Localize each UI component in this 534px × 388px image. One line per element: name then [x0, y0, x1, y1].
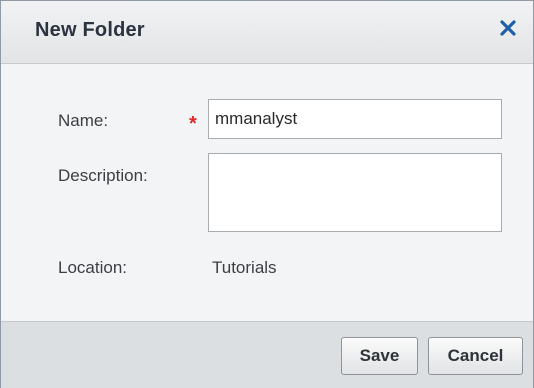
location-label: Location:: [58, 258, 127, 277]
description-label: Description:: [58, 166, 148, 185]
dialog-title: New Folder: [35, 19, 145, 41]
new-folder-dialog: New Folder Name: * Description: Location…: [0, 0, 534, 388]
name-label: Name:: [58, 111, 109, 130]
close-icon[interactable]: [495, 15, 521, 41]
required-marker: *: [189, 113, 197, 135]
name-input[interactable]: [208, 99, 502, 139]
save-button[interactable]: Save: [341, 337, 418, 375]
description-input[interactable]: [208, 153, 502, 232]
dialog-titlebar: New Folder: [1, 1, 533, 64]
location-value: Tutorials: [212, 258, 277, 277]
dialog-footer: Save Cancel: [1, 321, 533, 388]
cancel-button[interactable]: Cancel: [428, 337, 523, 375]
